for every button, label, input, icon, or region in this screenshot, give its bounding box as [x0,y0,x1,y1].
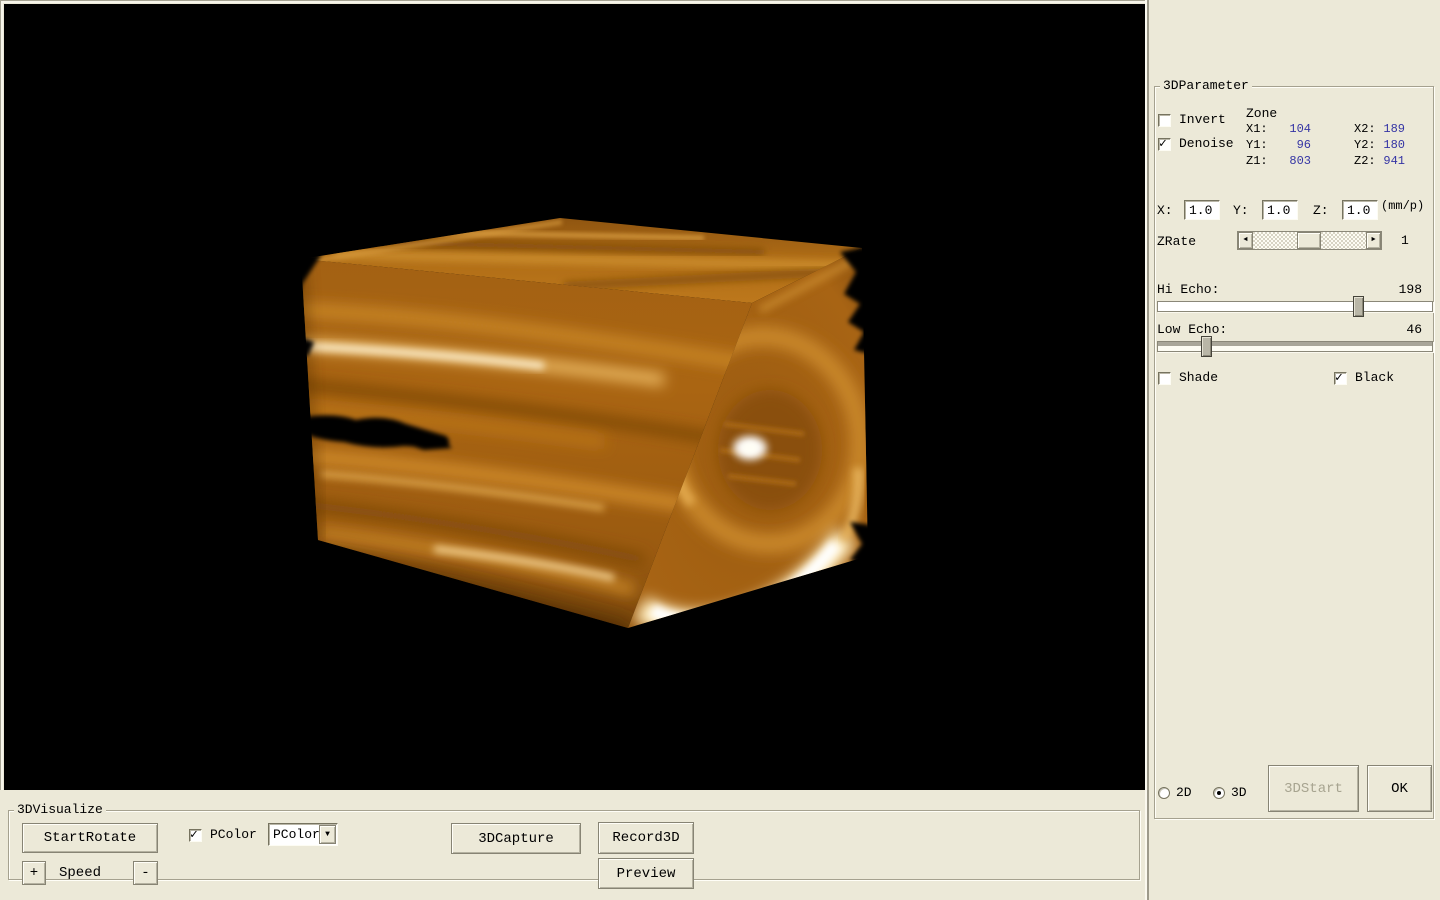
denoise-checkbox[interactable]: ✓ [1158,138,1171,151]
param-group-title: 3DParameter [1160,79,1252,93]
visualize-panel: 3DVisualize StartRotate + Speed - ✓ PCol… [0,790,1145,900]
zrate-arrow-right-icon[interactable]: ► [1366,232,1381,249]
denoise-label: Denoise [1179,137,1234,151]
param-groupbox: 3DParameter ✓ Invert ✓ Denoise Zone X1: … [1154,86,1434,819]
check-icon: ✓ [190,827,198,842]
volume-render [4,4,1145,790]
preview-button[interactable]: Preview [598,858,694,889]
mode-2d-radio[interactable] [1158,787,1170,799]
zrate-arrow-left-icon[interactable]: ◄ [1238,232,1253,249]
zrate-thumb[interactable] [1297,232,1321,249]
zone-x2-value: 189 [1369,122,1405,136]
record-button[interactable]: Record3D [598,822,694,854]
low-echo-value: 46 [1380,323,1422,337]
ok-button[interactable]: OK [1367,765,1432,812]
invert-checkbox[interactable]: ✓ [1158,114,1171,127]
speed-plus-button[interactable]: + [22,861,46,885]
hi-echo-slider[interactable] [1157,296,1433,318]
zrate-track[interactable] [1253,232,1366,249]
low-echo-channel[interactable] [1157,341,1433,352]
check-icon: ✓ [1159,136,1167,151]
capture-button[interactable]: 3DCapture [451,823,581,854]
shade-checkbox[interactable]: ✓ [1158,372,1171,385]
scale-z-input[interactable] [1342,200,1378,220]
hi-echo-value: 198 [1380,283,1422,297]
low-echo-slider[interactable] [1157,336,1433,358]
check-icon: ✓ [1335,370,1343,385]
scale-y-input[interactable] [1262,200,1298,220]
pcolor-dropdown-value: PColor [273,827,320,842]
zrate-value: 1 [1401,234,1409,248]
hi-echo-thumb[interactable] [1353,296,1364,317]
low-echo-thumb[interactable] [1201,336,1212,357]
zrate-scrollbar[interactable]: ◄ ► [1237,231,1382,250]
zone-z1-value: 803 [1261,154,1311,168]
scale-x-label: X: [1157,204,1173,218]
dropdown-arrow-icon[interactable]: ▼ [319,825,336,844]
hi-echo-label: Hi Echo: [1157,283,1219,297]
scale-x-input[interactable] [1184,200,1220,220]
shade-label: Shade [1179,371,1218,385]
visualize-groupbox: 3DVisualize StartRotate + Speed - ✓ PCol… [8,810,1140,880]
start3d-button[interactable]: 3DStart [1268,765,1359,812]
render-viewport[interactable] [4,4,1145,790]
zone-y2-value: 180 [1369,138,1405,152]
mode-2d-label: 2D [1176,786,1192,800]
zone-z2-value: 941 [1369,154,1405,168]
pcolor-dropdown[interactable]: PColor ▼ [268,823,338,846]
speed-label: Speed [59,866,101,880]
parameter-panel: 3DParameter ✓ Invert ✓ Denoise Zone X1: … [1149,0,1440,900]
zone-title: Zone [1246,107,1277,121]
mode-3d-radio[interactable] [1213,787,1225,799]
scale-z-label: Z: [1313,204,1329,218]
black-checkbox[interactable]: ✓ [1334,372,1347,385]
speed-minus-button[interactable]: - [133,861,158,885]
radio-dot [1217,791,1221,795]
hi-echo-channel[interactable] [1157,301,1433,312]
start-rotate-button[interactable]: StartRotate [22,823,158,853]
zrate-label: ZRate [1157,235,1196,249]
zone-y1-value: 96 [1261,138,1311,152]
zone-x1-value: 104 [1261,122,1311,136]
low-echo-label: Low Echo: [1157,323,1227,337]
invert-label: Invert [1179,113,1226,127]
scale-y-label: Y: [1233,204,1249,218]
visualize-group-title: 3DVisualize [14,803,106,817]
app-window: 3DParameter ✓ Invert ✓ Denoise Zone X1: … [0,0,1440,900]
pcolor-checkbox[interactable]: ✓ [189,829,202,842]
black-label: Black [1355,371,1394,385]
mode-3d-label: 3D [1231,786,1247,800]
scale-unit-label: (mm/p) [1381,199,1424,213]
pcolor-label: PColor [210,828,257,842]
